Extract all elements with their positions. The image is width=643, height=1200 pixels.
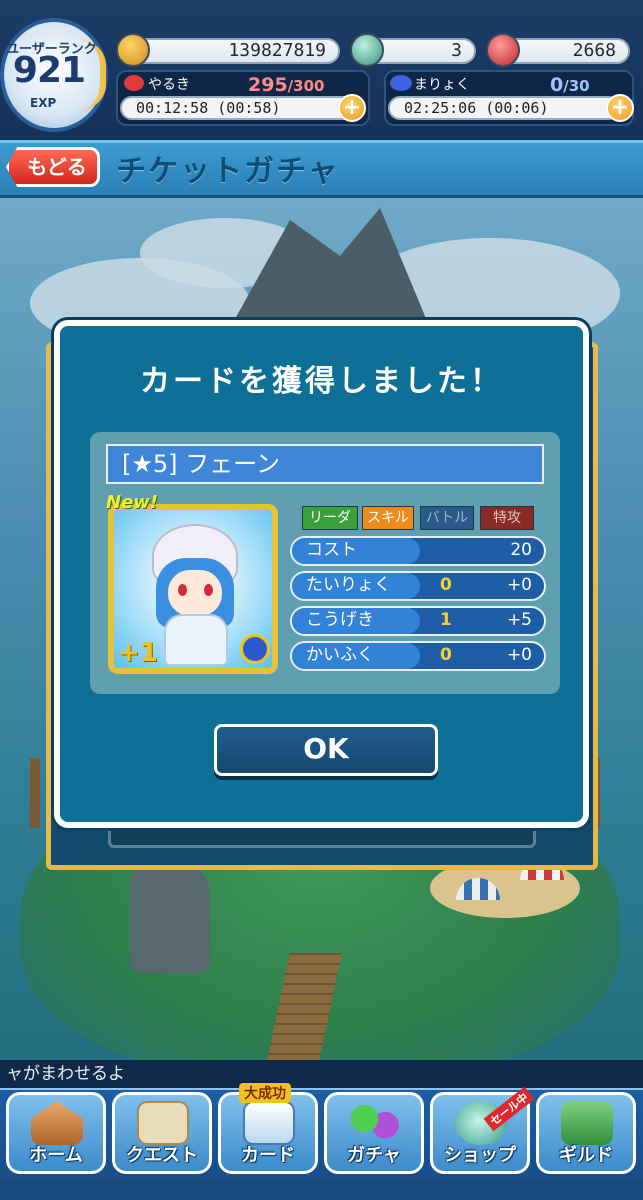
nav-gacha[interactable]: ガチャ — [324, 1092, 424, 1174]
card-acquired-dialog: カードを獲得しました！ [★5] フェーン +1 New! リーダー スキル バ… — [54, 320, 589, 828]
character-body — [164, 614, 228, 666]
stat-bonus: +5 — [506, 610, 532, 630]
great-success-badge: 大成功 — [239, 1083, 291, 1103]
plus-level-badge: +1 — [118, 638, 158, 668]
stamina-plus-button[interactable]: + — [338, 94, 366, 122]
news-ticker: ャがまわせるよ — [0, 1060, 643, 1088]
rank-value: 921 — [12, 50, 86, 91]
back-button[interactable]: もどる — [6, 147, 100, 187]
magic-stone-icon — [486, 33, 520, 67]
nav-label: カード — [241, 1145, 295, 1166]
stat-bonus: +0 — [506, 645, 532, 665]
coin-counter: 139827819 — [128, 38, 340, 64]
house-icon — [31, 1101, 83, 1145]
stat-row-recovery: かいふく 0 +0 — [290, 641, 546, 671]
ok-button[interactable]: OK — [214, 724, 438, 776]
rock — [130, 863, 210, 973]
nav-card[interactable]: 大成功 カード — [218, 1083, 318, 1174]
stat-base: 1 — [440, 610, 452, 630]
nav-label: ギルド — [559, 1145, 613, 1166]
page-title: チケットガチャ — [116, 154, 340, 189]
dialog-title: カードを獲得しました！ — [140, 364, 503, 399]
mana-label: まりょく — [414, 77, 470, 93]
stamina-label: やるき — [148, 77, 190, 93]
mana-timer: 02:25:06 (00:06) — [388, 96, 620, 120]
tag-skill: スキル — [362, 506, 414, 530]
nav-label: ガチャ — [347, 1145, 401, 1166]
tag-battle: バトル — [420, 506, 474, 530]
nav-label: ショップ — [444, 1145, 516, 1166]
exp-label: EXP — [30, 96, 57, 110]
stamina-timer: 00:12:58 (00:58) — [120, 96, 356, 120]
stat-row-hp: たいりょく 0 +0 — [290, 571, 546, 601]
nav-shop[interactable]: セール中 ショップ — [430, 1086, 535, 1174]
stat-base: 0 — [440, 645, 452, 665]
stat-value: 20 — [510, 540, 532, 560]
nav-quest[interactable]: クエスト — [112, 1092, 212, 1174]
coin-icon — [116, 33, 150, 67]
mana-puyo-icon — [390, 75, 412, 91]
stat-base: 0 — [440, 575, 452, 595]
attribute-gem-icon — [240, 634, 270, 664]
map-icon — [137, 1101, 189, 1145]
castle-icon — [561, 1101, 613, 1145]
tag-leader: リーダー — [302, 506, 358, 548]
stamina-puyo-icon — [124, 75, 144, 91]
card-portrait[interactable]: +1 — [108, 504, 278, 674]
stat-name: かいふく — [292, 643, 420, 669]
stamina-value: 295/300 — [248, 74, 325, 96]
palm-tree — [30, 758, 40, 828]
new-badge: New! — [106, 492, 159, 513]
gem-icon — [350, 33, 384, 67]
card-name: [★5] フェーン — [106, 444, 544, 484]
mana-value: 0/30 — [550, 74, 590, 96]
nav-guild[interactable]: ギルド — [536, 1092, 636, 1174]
card-icon — [243, 1101, 295, 1145]
character-face — [168, 570, 222, 616]
stat-name: こうげき — [292, 608, 420, 634]
stat-name: コスト — [292, 538, 420, 564]
puyo-icon — [349, 1101, 401, 1145]
character-eye — [178, 584, 187, 596]
stat-row-attack: こうげき 1 +5 — [290, 606, 546, 636]
card-info-panel: [★5] フェーン +1 New! リーダー スキル バトル 特攻 コスト 20… — [90, 432, 560, 694]
stat-row-cost: コスト 20 — [290, 536, 546, 566]
nav-label: クエスト — [126, 1145, 198, 1166]
tag-special: 特攻 — [480, 506, 534, 530]
stat-name: たいりょく — [292, 573, 420, 599]
footer-strip — [0, 1178, 643, 1200]
stat-bonus: +0 — [506, 575, 532, 595]
nav-home[interactable]: ホーム — [6, 1092, 106, 1174]
mana-plus-button[interactable]: + — [606, 94, 634, 122]
character-eye — [204, 584, 213, 596]
nav-label: ホーム — [29, 1145, 83, 1166]
